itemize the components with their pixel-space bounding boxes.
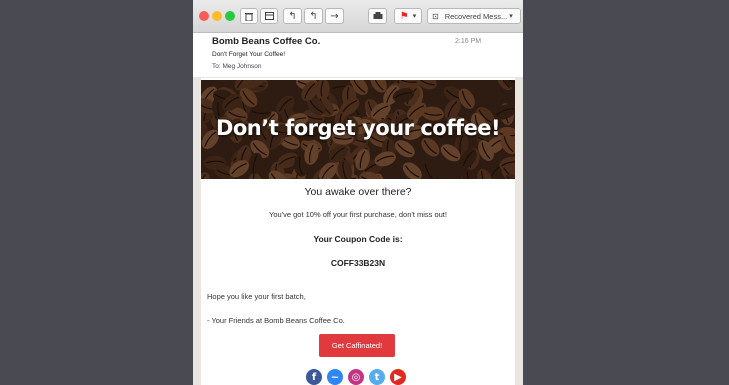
close-window-button[interactable] <box>199 11 209 21</box>
message-subject: Don't Forget Your Coffee! <box>212 51 286 58</box>
archive-button[interactable] <box>260 8 278 24</box>
youtube-icon[interactable]: ▶ <box>390 369 406 385</box>
recipient-line: To: Meg Johnson <box>212 63 262 70</box>
reply-icon: ↰ <box>288 10 297 22</box>
chevron-down-icon: ▾ <box>509 12 513 20</box>
archive-icon <box>264 12 274 20</box>
coupon-code: COFF33B23N <box>330 258 386 268</box>
zoom-window-button[interactable] <box>225 11 235 21</box>
reply-all-button[interactable]: ↰ <box>304 8 323 24</box>
closing-text: Hope you like your first batch, <box>207 292 306 301</box>
message-time: 2:16 PM <box>455 38 482 45</box>
greeting-text: You awake over there? <box>304 186 412 198</box>
signature-text: - Your Friends at Bomb Beans Coffee Co. <box>207 316 345 325</box>
chevron-down-icon: ▾ <box>412 12 417 20</box>
toolbar: ↰ ↰ → ⚑ ▾ ⊡ Recovered Mess... ▾ <box>193 0 523 33</box>
forward-button[interactable]: → <box>325 8 344 24</box>
to-label: To: <box>212 63 221 70</box>
instagram-icon[interactable]: ◎ <box>348 369 364 385</box>
coupon-label: Your Coupon Code is: <box>313 234 403 244</box>
trash-icon <box>245 12 253 21</box>
forward-icon: → <box>330 10 339 22</box>
flag-icon: ⚑ <box>399 10 409 22</box>
mailbox-label: Recovered Mess... <box>444 11 508 21</box>
move-mailbox-button[interactable]: ⊡ Recovered Mess... ▾ <box>427 8 521 24</box>
right-background <box>523 0 729 385</box>
twitter-icon[interactable]: t <box>369 369 385 385</box>
sender-name: Bomb Beans Coffee Co. <box>212 36 321 47</box>
get-caffeinated-button[interactable]: Get Caffinated! <box>319 334 395 357</box>
message-header: Bomb Beans Coffee Co. 2:16 PM Don't Forg… <box>193 33 523 77</box>
offer-text: You've got 10% off your first purchase, … <box>269 210 447 219</box>
delete-button[interactable] <box>240 8 258 24</box>
banner-title: Don’t forget your coffee! <box>215 116 501 140</box>
mailbox-icon: ⊡ <box>432 11 439 21</box>
coffee-beans-banner: Don’t forget your coffee! <box>201 80 515 179</box>
recipient-name: Meg Johnson <box>222 63 262 70</box>
print-button[interactable] <box>368 8 387 24</box>
printer-icon <box>373 12 382 19</box>
reply-button[interactable]: ↰ <box>283 8 302 24</box>
message-body: Don’t forget your coffee! You awake over… <box>201 78 515 385</box>
flag-button[interactable]: ⚑ ▾ <box>394 8 422 24</box>
minimize-window-button[interactable] <box>212 11 222 21</box>
facebook-icon[interactable]: f <box>306 369 322 385</box>
reply-all-icon: ↰ <box>309 10 318 22</box>
messenger-icon[interactable]: ~ <box>327 369 343 385</box>
mail-window: ↰ ↰ → ⚑ ▾ ⊡ Recovered Mess... ▾ Bomb Bea… <box>193 0 523 385</box>
left-background <box>0 0 193 385</box>
